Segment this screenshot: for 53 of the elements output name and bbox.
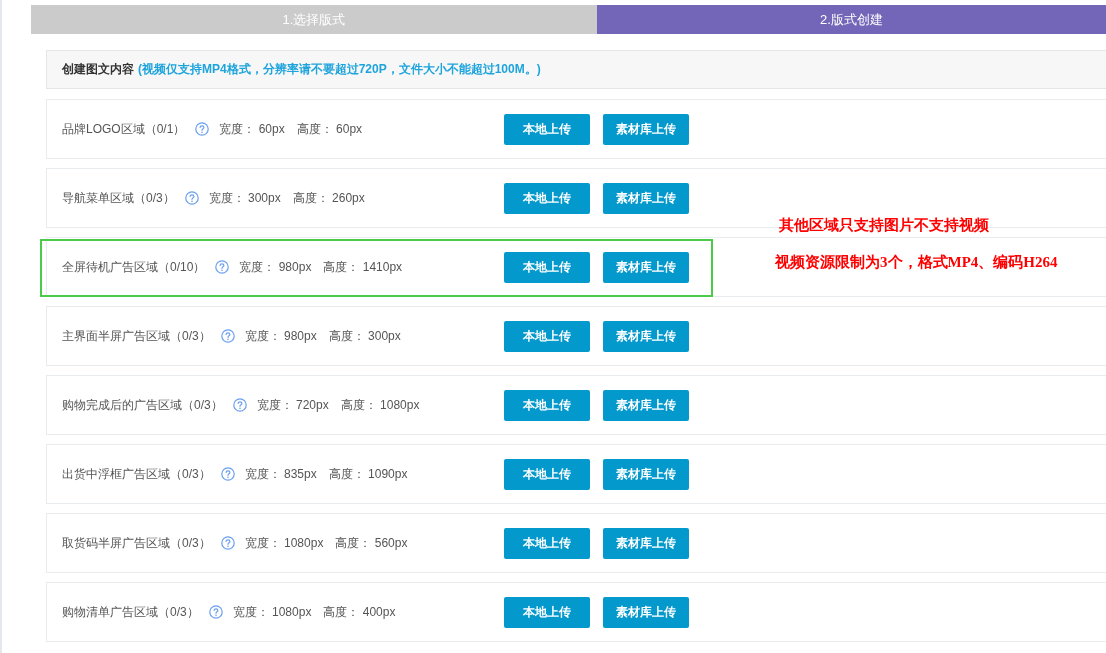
- help-icon[interactable]: [215, 260, 230, 274]
- region-name: 购物完成后的广告区域（0/3）: [62, 396, 223, 414]
- header-title: 创建图文内容: [62, 61, 134, 78]
- width-spec: 宽度： 980px: [239, 258, 312, 276]
- library-upload-button[interactable]: 素材库上传: [603, 458, 689, 490]
- region-name: 全屏待机广告区域（0/10）: [62, 258, 206, 276]
- local-upload-button[interactable]: 本地上传: [504, 527, 590, 559]
- width-spec: 宽度： 835px: [244, 465, 317, 483]
- help-icon[interactable]: [208, 605, 223, 619]
- region-name: 导航菜单区域（0/3）: [62, 189, 175, 207]
- region-name: 出货中浮框广告区域（0/3）: [62, 465, 211, 483]
- region-name: 主界面半屏广告区域（0/3）: [62, 327, 211, 345]
- local-upload-button[interactable]: 本地上传: [504, 113, 590, 145]
- annotation-note: 视频资源限制为3个，格式MP4、编码H264: [775, 253, 1058, 272]
- local-upload-button[interactable]: 本地上传: [504, 182, 590, 214]
- library-upload-button[interactable]: 素材库上传: [603, 389, 689, 421]
- height-spec: 高度： 260px: [292, 189, 365, 207]
- step-tab[interactable]: 2.版式创建: [597, 5, 1106, 34]
- library-upload-button[interactable]: 素材库上传: [603, 113, 689, 145]
- region-name: 取货码半屏广告区域（0/3）: [62, 534, 211, 552]
- header-note: (视频仅支持MP4格式，分辨率请不要超过720P，文件大小不能超过100M。): [138, 61, 541, 78]
- help-icon[interactable]: [195, 122, 210, 136]
- height-spec: 高度： 60px: [296, 120, 363, 138]
- region-name: 品牌LOGO区域（0/1）: [62, 120, 186, 138]
- width-spec: 宽度： 60px: [219, 120, 285, 138]
- local-upload-button[interactable]: 本地上传: [504, 320, 590, 352]
- local-upload-button[interactable]: 本地上传: [504, 458, 590, 490]
- library-upload-button[interactable]: 素材库上传: [603, 320, 689, 352]
- local-upload-button[interactable]: 本地上传: [504, 389, 590, 421]
- annotation-note: 其他区域只支持图片不支持视频: [779, 216, 989, 235]
- height-spec: 高度： 1090px: [328, 465, 408, 483]
- width-spec: 宽度： 980px: [244, 327, 317, 345]
- height-spec: 高度： 400px: [323, 603, 396, 621]
- local-upload-button[interactable]: 本地上传: [504, 251, 590, 283]
- width-spec: 宽度： 1080px: [232, 603, 312, 621]
- width-spec: 宽度： 720px: [256, 396, 329, 414]
- width-spec: 宽度： 300px: [208, 189, 281, 207]
- help-icon[interactable]: [220, 536, 235, 550]
- library-upload-button[interactable]: 素材库上传: [603, 527, 689, 559]
- height-spec: 高度： 1410px: [323, 258, 403, 276]
- width-spec: 宽度： 1080px: [244, 534, 324, 552]
- height-spec: 高度： 560px: [335, 534, 408, 552]
- local-upload-button[interactable]: 本地上传: [504, 596, 590, 628]
- help-icon[interactable]: [184, 191, 199, 205]
- help-icon[interactable]: [220, 329, 235, 343]
- height-spec: 高度： 300px: [328, 327, 401, 345]
- library-upload-button[interactable]: 素材库上传: [603, 251, 689, 283]
- region-name: 购物清单广告区域（0/3）: [62, 603, 199, 621]
- library-upload-button[interactable]: 素材库上传: [603, 596, 689, 628]
- height-spec: 高度： 1080px: [340, 396, 420, 414]
- library-upload-button[interactable]: 素材库上传: [603, 182, 689, 214]
- help-icon[interactable]: [220, 467, 235, 481]
- help-icon[interactable]: [232, 398, 247, 412]
